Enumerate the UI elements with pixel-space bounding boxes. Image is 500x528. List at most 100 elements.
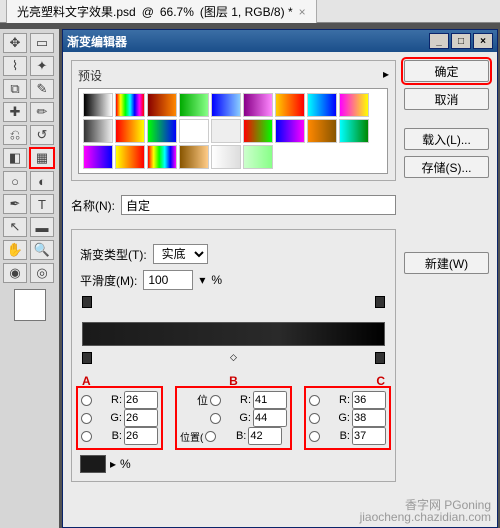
marker-b: B	[229, 374, 238, 388]
preset-swatch[interactable]	[83, 119, 113, 143]
preset-swatch[interactable]	[211, 145, 241, 169]
type-select[interactable]: 实底	[153, 244, 208, 264]
marquee-tool[interactable]: ▭	[30, 33, 54, 53]
preset-swatch[interactable]	[179, 93, 209, 117]
radio-b[interactable]	[205, 431, 216, 442]
radio-g[interactable]	[210, 413, 221, 424]
smooth-unit: %	[211, 273, 222, 287]
a-g-input[interactable]	[124, 409, 158, 427]
preset-swatch[interactable]	[307, 119, 337, 143]
zoom-tool[interactable]: 🔍	[30, 240, 54, 260]
a-r-input[interactable]	[124, 391, 158, 409]
preset-swatch[interactable]	[179, 119, 209, 143]
color-stop[interactable]	[375, 352, 385, 364]
lasso-tool[interactable]: ⌇	[3, 56, 27, 76]
preset-swatch[interactable]	[275, 93, 305, 117]
history-brush-tool[interactable]: ↺	[30, 125, 54, 145]
tab-zoom: 66.7%	[160, 5, 194, 19]
shape-tool[interactable]: ▬	[30, 217, 54, 237]
c-r-input[interactable]	[352, 391, 386, 409]
name-label: 名称(N):	[71, 197, 115, 214]
preset-swatch[interactable]	[115, 145, 145, 169]
preset-swatch[interactable]	[211, 93, 241, 117]
b-b-input[interactable]	[248, 427, 282, 445]
radio-r[interactable]	[81, 395, 92, 406]
preset-swatch[interactable]	[147, 145, 177, 169]
pen-tool[interactable]: ✒	[3, 194, 27, 214]
radio-g[interactable]	[309, 413, 320, 424]
wand-tool[interactable]: ✦	[30, 56, 54, 76]
preset-swatch[interactable]	[147, 93, 177, 117]
blur-tool[interactable]: ○	[3, 171, 27, 191]
c-g-input[interactable]	[352, 409, 386, 427]
preset-swatch[interactable]	[83, 145, 113, 169]
rgb-group-a: R: G: B:	[80, 390, 159, 446]
ok-button[interactable]: 确定	[404, 60, 489, 82]
radio-b[interactable]	[81, 431, 92, 442]
radio-r[interactable]	[210, 395, 221, 406]
preset-swatch[interactable]	[243, 93, 273, 117]
preset-swatch[interactable]	[243, 145, 273, 169]
eyedropper-tool[interactable]: ✎	[30, 79, 54, 99]
save-button[interactable]: 存储(S)...	[404, 156, 489, 178]
opacity-stop[interactable]	[82, 296, 92, 308]
3d-camera-tool[interactable]: ◎	[30, 263, 54, 283]
move-tool[interactable]: ✥	[3, 33, 27, 53]
radio-b[interactable]	[309, 431, 320, 442]
preset-swatch[interactable]	[179, 145, 209, 169]
preset-swatch[interactable]	[211, 119, 241, 143]
preset-swatch[interactable]	[147, 119, 177, 143]
gradient-tool[interactable]: ▦	[30, 148, 54, 168]
smooth-input[interactable]	[143, 270, 193, 290]
preset-swatch[interactable]	[307, 93, 337, 117]
dialog-titlebar[interactable]: 渐变编辑器 _ □ ×	[63, 30, 497, 52]
dodge-tool[interactable]: ◐	[30, 171, 54, 191]
preset-panel: 预设 ▸	[71, 60, 396, 181]
radio-r[interactable]	[309, 395, 320, 406]
doc-tab[interactable]: 光亮塑料文字效果.psd @ 66.7% (图层 1, RGB/8) * ×	[6, 0, 317, 23]
tab-filename: 光亮塑料文字效果.psd	[17, 3, 136, 20]
name-input[interactable]	[121, 195, 396, 215]
hand-tool[interactable]: ✋	[3, 240, 27, 260]
dialog-title: 渐变编辑器	[67, 33, 127, 50]
brush-tool[interactable]: ✏	[30, 102, 54, 122]
preset-swatch[interactable]	[275, 119, 305, 143]
marker-a: A	[82, 374, 91, 388]
heal-tool[interactable]: ✚	[3, 102, 27, 122]
crop-tool[interactable]: ⧉	[3, 79, 27, 99]
preset-swatch[interactable]	[339, 93, 369, 117]
minimize-button[interactable]: _	[429, 33, 449, 49]
path-tool[interactable]: ↖	[3, 217, 27, 237]
color-chip[interactable]	[80, 455, 106, 473]
preset-swatch[interactable]	[243, 119, 273, 143]
foreground-swatch[interactable]	[14, 289, 46, 321]
doc-tab-bar: 光亮塑料文字效果.psd @ 66.7% (图层 1, RGB/8) * ×	[0, 0, 500, 23]
a-b-input[interactable]	[124, 427, 158, 445]
gradient-bar[interactable]	[82, 322, 385, 346]
tab-close-icon[interactable]: ×	[299, 5, 306, 19]
type-tool[interactable]: T	[30, 194, 54, 214]
opacity-stop[interactable]	[375, 296, 385, 308]
c-b-input[interactable]	[352, 427, 386, 445]
close-button[interactable]: ×	[473, 33, 493, 49]
cancel-button[interactable]: 取消	[404, 88, 489, 110]
stamp-tool[interactable]: ⎌	[3, 125, 27, 145]
3d-tool[interactable]: ◉	[3, 263, 27, 283]
radio-g[interactable]	[81, 413, 92, 424]
load-button[interactable]: 载入(L)...	[404, 128, 489, 150]
new-button[interactable]: 新建(W)	[404, 252, 489, 274]
preset-swatch[interactable]	[115, 93, 145, 117]
b-g-input[interactable]	[253, 409, 287, 427]
maximize-button[interactable]: □	[451, 33, 471, 49]
eraser-tool[interactable]: ◧	[3, 148, 27, 168]
tool-palette: ✥▭ ⌇✦ ⧉✎ ✚✏ ⎌↺ ◧▦ ○◐ ✒T ↖▬ ✋🔍 ◉◎	[0, 29, 59, 528]
preset-swatch[interactable]	[339, 119, 369, 143]
preset-swatch[interactable]	[83, 93, 113, 117]
color-stop[interactable]	[82, 352, 92, 364]
rgb-group-b: 位R: G: 位置(B:	[179, 390, 288, 446]
preset-swatch[interactable]	[115, 119, 145, 143]
type-label: 渐变类型(T):	[80, 246, 147, 263]
watermark: 香字网 PGoningjiaocheng.chazidian.com	[360, 499, 491, 523]
b-r-input[interactable]	[253, 391, 287, 409]
preset-menu-icon[interactable]: ▸	[383, 67, 389, 88]
